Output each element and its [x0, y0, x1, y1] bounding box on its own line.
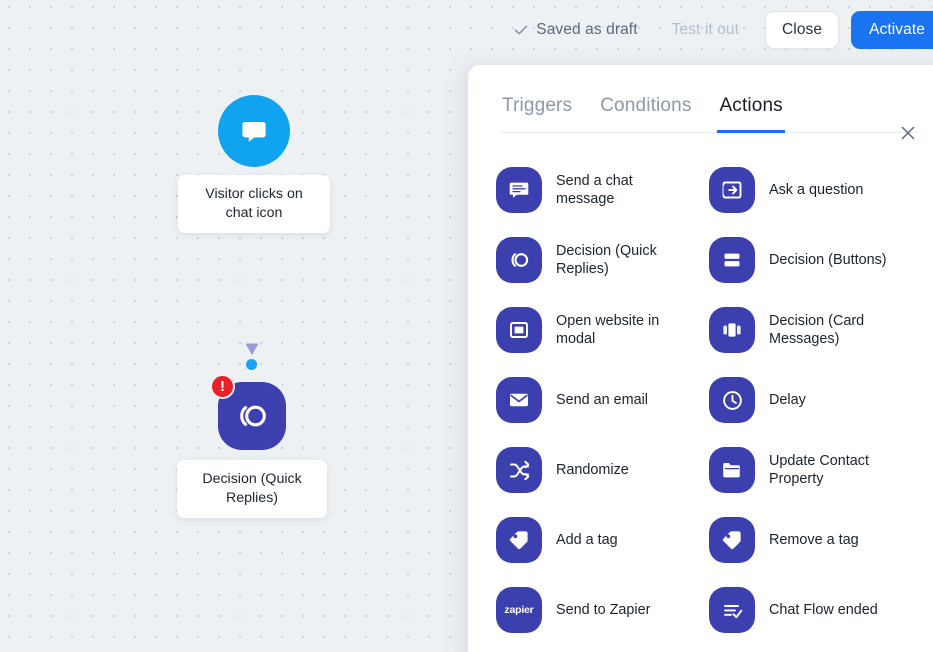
flow-connector — [236, 225, 268, 361]
action-item-add-a-tag[interactable]: Add a tag — [496, 505, 709, 575]
action-label: Ask a question — [769, 182, 864, 198]
zapier-icon: zapier — [496, 587, 542, 633]
chat-bubble-icon — [238, 115, 270, 147]
action-label: Open website in modal — [556, 313, 660, 347]
action-label: Send a chat message — [556, 173, 633, 207]
action-item-decision-quick-replies[interactable]: Decision (Quick Replies) — [496, 225, 709, 295]
flow-node-trigger[interactable] — [218, 95, 290, 167]
action-item-randomize[interactable]: Randomize — [496, 435, 709, 505]
action-label: Chat Flow ended — [769, 602, 878, 618]
action-label: Delay — [769, 392, 806, 408]
tab-actions[interactable]: Actions — [717, 91, 785, 133]
action-item-update-contact-property[interactable]: Update Contact Property — [709, 435, 922, 505]
close-icon[interactable] — [896, 121, 920, 145]
action-label: Update Contact Property — [769, 453, 869, 487]
action-label: Remove a tag — [769, 532, 859, 548]
action-label: Send an email — [556, 392, 649, 408]
chat-message-icon — [496, 167, 542, 213]
action-item-delay[interactable]: Delay — [709, 365, 922, 435]
flow-end-check-icon — [709, 587, 755, 633]
panel-tabs: Triggers Conditions Actions — [500, 91, 918, 140]
open-modal-icon — [496, 307, 542, 353]
tag-icon — [709, 517, 755, 563]
ask-question-icon — [709, 167, 755, 213]
action-label: Send to Zapier — [556, 602, 651, 618]
actions-list: Send a chat message Ask a question Decis… — [468, 155, 933, 645]
test-it-out-button[interactable]: Test it out — [672, 21, 739, 39]
action-label: Decision (Card Messages) — [769, 313, 865, 347]
decision-quick-replies-icon — [232, 396, 272, 436]
action-label: Randomize — [556, 462, 629, 478]
action-item-open-website-in-modal[interactable]: Open website in modal — [496, 295, 709, 365]
saved-status-label: Saved as draft — [536, 21, 638, 38]
action-item-chat-flow-ended[interactable]: Chat Flow ended — [709, 575, 922, 645]
action-label: Add a tag — [556, 532, 618, 548]
clock-icon — [709, 377, 755, 423]
action-item-decision-buttons[interactable]: Decision (Buttons) — [709, 225, 922, 295]
decision-buttons-icon — [709, 237, 755, 283]
tag-icon — [496, 517, 542, 563]
decision-quick-replies-icon — [496, 237, 542, 283]
shuffle-icon — [496, 447, 542, 493]
close-button[interactable]: Close — [765, 11, 840, 49]
decision-cards-icon — [709, 307, 755, 353]
saved-status: Saved as draft — [514, 21, 638, 39]
tab-triggers[interactable]: Triggers — [500, 91, 574, 133]
action-label: Decision (Buttons) — [769, 252, 887, 268]
envelope-icon — [496, 377, 542, 423]
flow-node-decision-label: Decision (Quick Replies) — [177, 460, 327, 518]
action-label: Decision (Quick Replies) — [556, 243, 657, 277]
node-error-badge[interactable]: ! — [210, 374, 235, 399]
folder-icon — [709, 447, 755, 493]
tab-conditions[interactable]: Conditions — [598, 91, 693, 133]
action-item-send-to-zapier[interactable]: zapier Send to Zapier — [496, 575, 709, 645]
action-item-send-an-email[interactable]: Send an email — [496, 365, 709, 435]
top-toolbar: Saved as draft Test it out Close Activat… — [0, 0, 933, 60]
check-icon — [514, 23, 528, 37]
action-item-ask-a-question[interactable]: Ask a question — [709, 155, 922, 225]
action-item-decision-card-messages[interactable]: Decision (Card Messages) — [709, 295, 922, 365]
chatbot-flow-builder: Saved as draft Test it out Close Activat… — [0, 0, 933, 652]
activate-button[interactable]: Activate — [851, 11, 933, 49]
flow-connector-dot[interactable] — [246, 359, 257, 370]
actions-panel: Triggers Conditions Actions Send a chat … — [468, 65, 933, 652]
action-item-remove-a-tag[interactable]: Remove a tag — [709, 505, 922, 575]
action-item-send-a-chat-message[interactable]: Send a chat message — [496, 155, 709, 225]
